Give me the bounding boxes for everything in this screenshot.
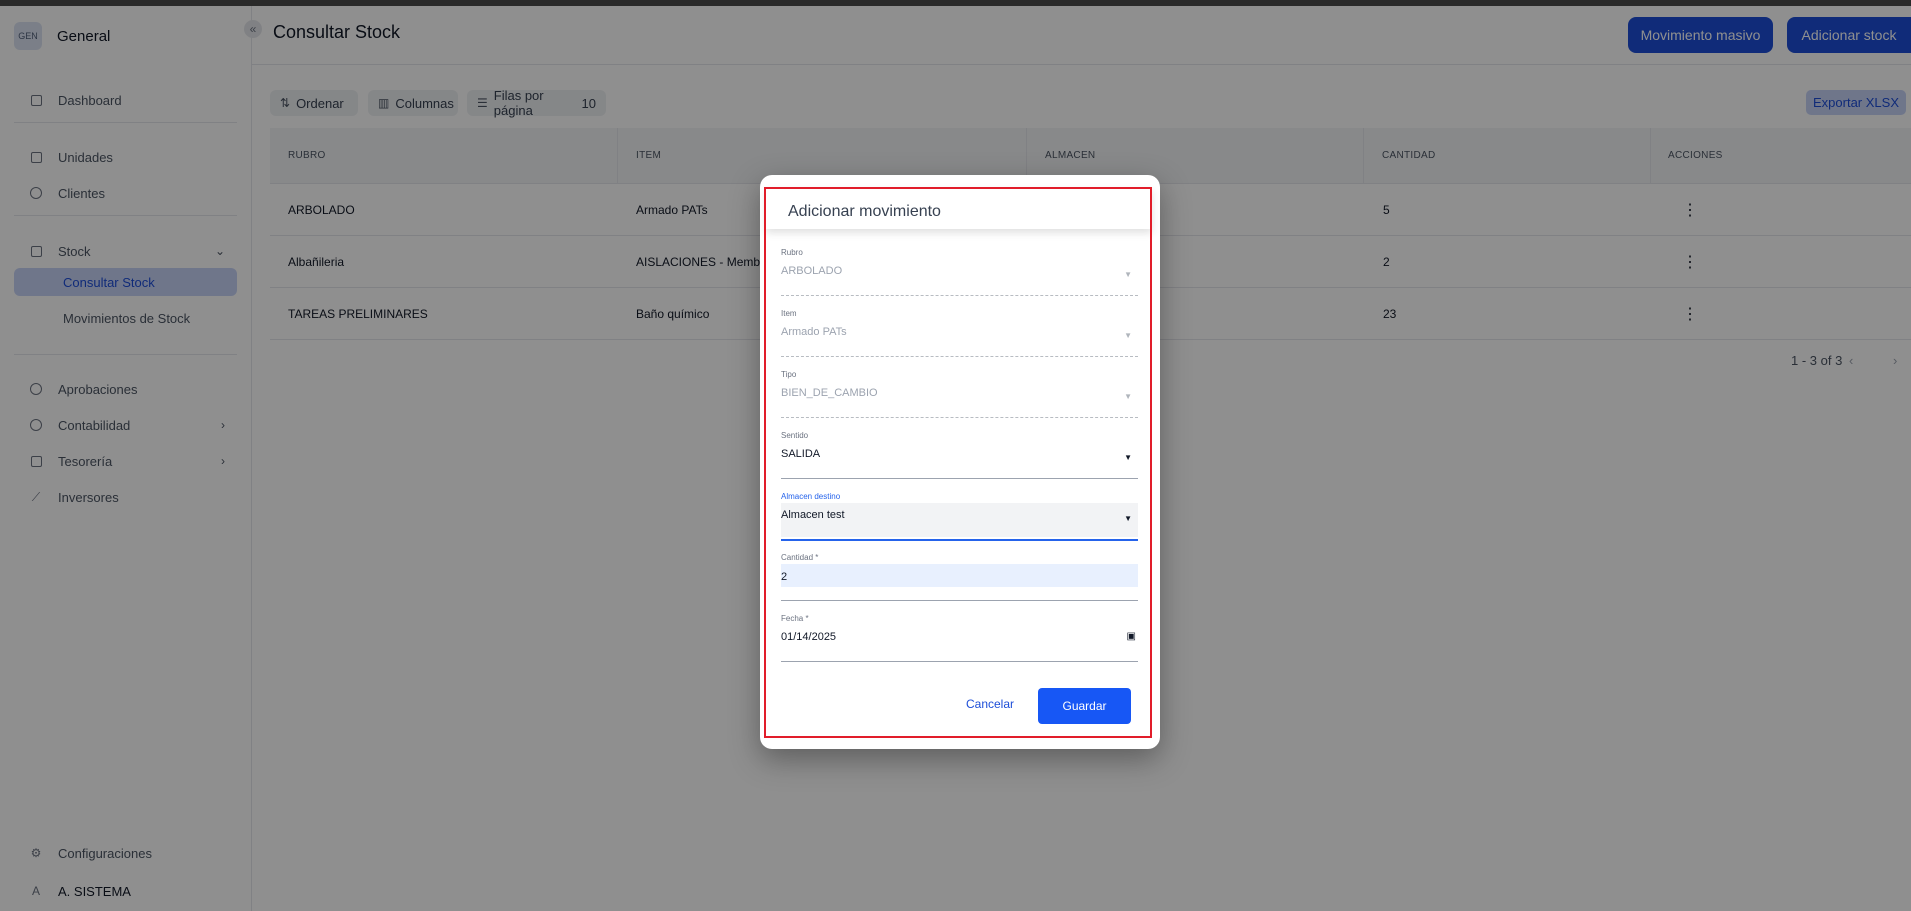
field-value: BIEN_DE_CAMBIO	[781, 387, 878, 399]
dialog-header: Adicionar movimiento	[766, 187, 1152, 229]
save-button[interactable]: Guardar	[1038, 688, 1131, 724]
dropdown-arrow-icon: ▼	[1124, 331, 1132, 340]
dialog-title: Adicionar movimiento	[788, 203, 941, 220]
field-label: Tipo	[781, 370, 797, 379]
field-value: Almacen test	[781, 509, 845, 521]
cantidad-input[interactable]: Cantidad * 2	[781, 553, 1138, 603]
dropdown-arrow-icon: ▼	[1124, 392, 1132, 401]
rubro-select: Rubro ARBOLADO ▼	[781, 248, 1138, 298]
field-label: Almacen destino	[781, 492, 841, 501]
field-value: Armado PATs	[781, 326, 847, 338]
almacen-destino-select[interactable]: Almacen destino Almacen test ▼	[781, 492, 1138, 542]
field-label: Sentido	[781, 431, 809, 440]
dropdown-arrow-icon: ▼	[1124, 270, 1132, 279]
cancel-button[interactable]: Cancelar	[954, 687, 1026, 721]
field-label: Fecha *	[781, 614, 809, 623]
item-select: Item Armado PATs ▼	[781, 309, 1138, 359]
field-value: SALIDA	[781, 448, 821, 460]
field-label: Rubro	[781, 248, 803, 257]
tipo-select: Tipo BIEN_DE_CAMBIO ▼	[781, 370, 1138, 420]
field-label: Cantidad *	[781, 553, 819, 562]
calendar-icon[interactable]: ▣	[1127, 631, 1136, 642]
field-label: Item	[781, 309, 797, 318]
fecha-input[interactable]: Fecha * 01/14/2025 ▣	[781, 614, 1138, 664]
field-value: ARBOLADO	[781, 265, 843, 277]
add-movement-dialog: Adicionar movimiento Rubro ARBOLADO ▼ It…	[760, 175, 1160, 749]
dropdown-arrow-icon: ▼	[1124, 453, 1132, 462]
dropdown-arrow-icon: ▼	[1124, 514, 1132, 523]
field-value: 2	[781, 571, 788, 583]
sentido-select[interactable]: Sentido SALIDA ▼	[781, 431, 1138, 481]
field-value: 01/14/2025	[781, 631, 837, 643]
